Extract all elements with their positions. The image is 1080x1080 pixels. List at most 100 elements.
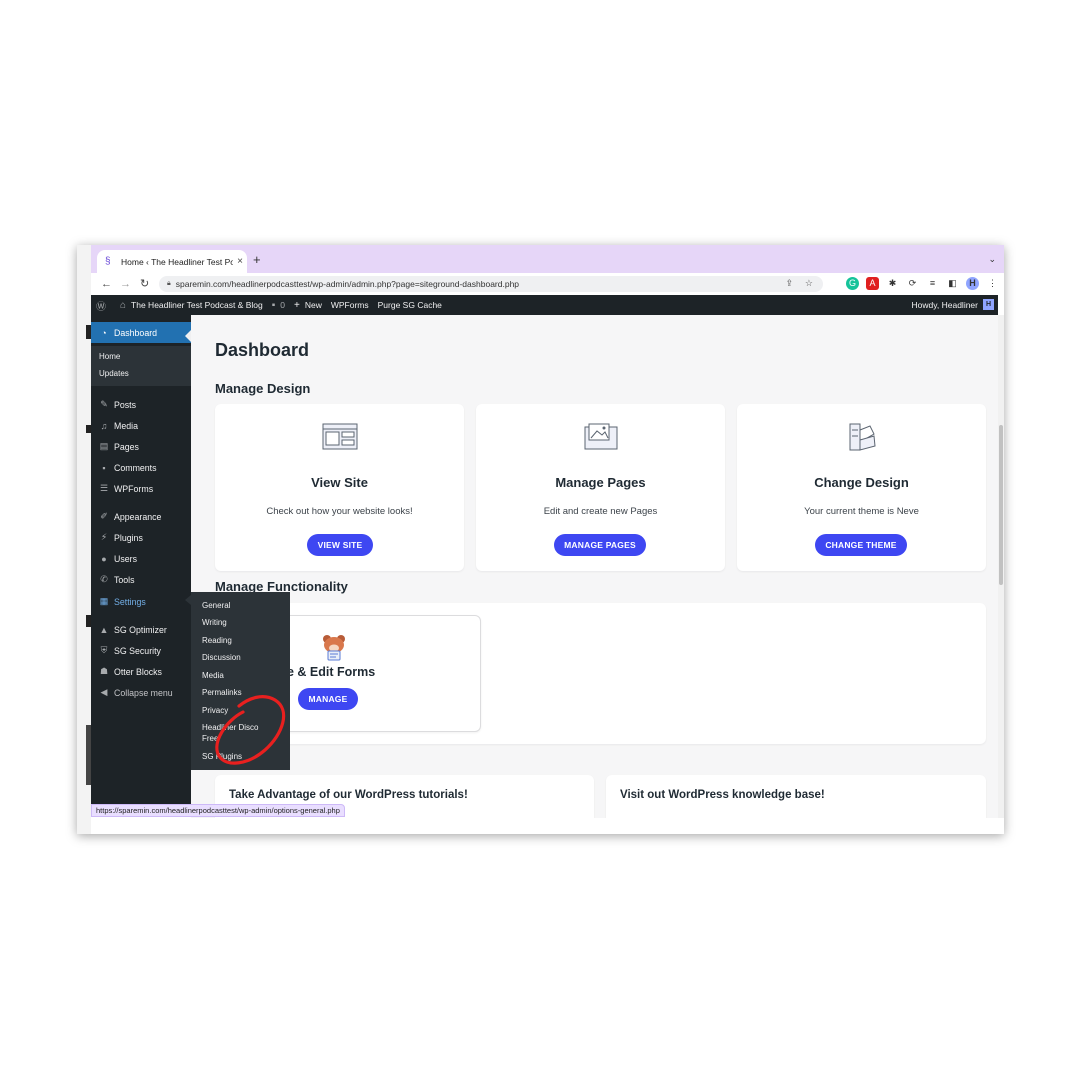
- card-title: Manage Pages: [555, 475, 646, 490]
- back-arrow-icon[interactable]: ←: [101, 277, 112, 291]
- color-palette-icon: [849, 423, 876, 451]
- dashboard-gauge-icon: ◔: [101, 327, 107, 338]
- pin-icon: ✎: [100, 399, 108, 409]
- sidebar-label: Posts: [114, 399, 137, 410]
- wordpress-logo-icon[interactable]: Ⓦ: [96, 298, 111, 313]
- share-icon[interactable]: ⇪: [785, 278, 793, 289]
- flyout-item-reading[interactable]: Reading: [202, 635, 282, 646]
- media-icon: ♫: [100, 420, 108, 431]
- more-menu-icon[interactable]: ⋮: [986, 277, 999, 290]
- knowledge-base-heading: Visit out WordPress knowledge base!: [620, 789, 825, 801]
- sidebar-item-comments[interactable]: ▪ Comments: [91, 457, 191, 478]
- wpforms-card-title: e & Edit Forms: [287, 665, 376, 679]
- sync-icon[interactable]: ⟳: [906, 277, 919, 290]
- admin-bar-account[interactable]: Howdy, Headliner H: [912, 299, 994, 310]
- acrobat-icon[interactable]: A: [866, 277, 879, 290]
- sidebar-item-plugins[interactable]: ⚡︎ Plugins: [91, 527, 191, 548]
- flyout-item-discussion[interactable]: Discussion: [202, 652, 282, 663]
- flyout-item-writing[interactable]: Writing: [202, 617, 282, 628]
- browser-tab[interactable]: § Home ‹ The Headliner Test Pod ×: [97, 250, 247, 273]
- tab-title: Home ‹ The Headliner Test Pod: [121, 256, 233, 267]
- sidebar-item-media[interactable]: ♫ Media: [91, 415, 191, 436]
- wp-admin-bar: Ⓦ ⌂ The Headliner Test Podcast & Blog ▪ 0 …: [91, 295, 998, 315]
- sidebar-label: Otter Blocks: [114, 666, 162, 677]
- sidebar-item-dashboard[interactable]: ◔ Dashboard: [91, 322, 191, 343]
- puzzle-extensions-icon[interactable]: ✱: [886, 277, 899, 290]
- admin-bar-site-link[interactable]: ⌂ The Headliner Test Podcast & Blog: [120, 300, 263, 311]
- card-description: Edit and create new Pages: [543, 506, 658, 517]
- profile-avatar-icon[interactable]: H: [966, 277, 979, 290]
- sidebar-item-posts[interactable]: ✎ Posts: [91, 394, 191, 415]
- admin-bar-purge-cache[interactable]: Purge SG Cache: [378, 300, 442, 310]
- settings-sliders-icon: ▦: [99, 596, 109, 606]
- new-label: New: [304, 300, 322, 310]
- sidebar-label: Users: [114, 553, 137, 564]
- admin-bar-comments[interactable]: ▪ 0: [272, 300, 285, 311]
- scrollbar-thumb[interactable]: [999, 425, 1003, 585]
- manage-pages-button[interactable]: MANAGE PAGES: [554, 534, 646, 556]
- page-title: Dashboard: [215, 340, 310, 360]
- reading-list-icon[interactable]: ≡: [926, 277, 939, 290]
- sidebar-label: SG Optimizer: [114, 624, 167, 635]
- sidebar-item-settings[interactable]: ▦ Settings: [91, 591, 191, 612]
- plug-icon: ⚡︎: [100, 532, 108, 542]
- siteground-favicon-icon: §: [105, 255, 111, 267]
- forward-arrow-icon[interactable]: →: [120, 277, 131, 291]
- browser-tab-bar: § Home ‹ The Headliner Test Pod × + ⌄: [91, 245, 1004, 273]
- submenu-updates[interactable]: Updates: [99, 369, 129, 378]
- browser-window-icon: [322, 423, 357, 450]
- tab-close-icon[interactable]: ×: [233, 256, 247, 267]
- screenshot-frame: § Home ‹ The Headliner Test Pod × + ⌄ ← …: [77, 245, 1004, 834]
- status-bar-url: https://sparemin.com/headlinerpodcasttes…: [91, 804, 345, 817]
- bookmark-star-icon[interactable]: ☆: [805, 278, 813, 289]
- admin-bar-wpforms[interactable]: WPForms: [331, 300, 369, 310]
- address-url: sparemin.com/headlinerpodcasttest/wp-adm…: [175, 279, 520, 289]
- card-description: Check out how your website looks!: [266, 506, 413, 517]
- comments-count: 0: [280, 300, 285, 310]
- pages-icon: ▤: [99, 441, 109, 451]
- side-panel-icon[interactable]: ◧: [946, 277, 959, 290]
- sidebar-label: Settings: [114, 596, 146, 607]
- flyout-item-media[interactable]: Media: [202, 670, 282, 681]
- sidebar-item-tools[interactable]: ✆ Tools: [91, 569, 191, 590]
- change-design-card: Change Design Your current theme is Neve…: [737, 404, 986, 571]
- paintbrush-icon: ✐: [100, 511, 108, 521]
- sidebar-item-users[interactable]: ● Users: [91, 548, 191, 569]
- card-description: Your current theme is Neve: [804, 506, 919, 517]
- change-theme-button[interactable]: CHANGE THEME: [815, 534, 907, 556]
- sidebar-collapse-menu[interactable]: ◀ Collapse menu: [91, 682, 191, 703]
- comment-bubble-icon: ▪: [271, 299, 276, 311]
- page-scrollbar[interactable]: [998, 315, 1004, 818]
- red-annotation-circle: [215, 695, 286, 765]
- sidebar-label: Comments: [114, 462, 157, 473]
- sidebar-label: WPForms: [114, 483, 154, 494]
- active-menu-indicator: [185, 330, 191, 342]
- manage-forms-button[interactable]: MANAGE: [298, 688, 358, 710]
- flyout-item-general[interactable]: General: [202, 600, 282, 611]
- view-site-button[interactable]: VIEW SITE: [307, 534, 373, 556]
- new-tab-button[interactable]: +: [253, 253, 261, 267]
- sidebar-item-wpforms[interactable]: ☰ WPForms: [91, 478, 191, 499]
- tab-search-chevron-icon[interactable]: ⌄: [988, 254, 996, 265]
- submenu-home[interactable]: Home: [99, 352, 120, 361]
- admin-bar-new[interactable]: + New: [294, 300, 322, 311]
- grammarly-icon[interactable]: G: [846, 277, 859, 290]
- sidebar-label: Dashboard: [114, 327, 158, 338]
- reload-icon[interactable]: ↻: [140, 277, 149, 291]
- card-title: View Site: [311, 475, 368, 490]
- user-avatar: H: [983, 299, 994, 310]
- dashboard-submenu: Home Updates: [91, 346, 191, 386]
- knowledge-base-card: Visit out WordPress knowledge base!: [606, 775, 986, 818]
- sidebar-item-sg-optimizer[interactable]: ▲ SG Optimizer: [91, 619, 191, 640]
- wrench-icon: ✆: [100, 574, 108, 584]
- sidebar-item-sg-security[interactable]: ⛨ SG Security: [91, 640, 191, 661]
- sidebar-item-pages[interactable]: ▤ Pages: [91, 436, 191, 457]
- background-window-strip: [77, 245, 91, 834]
- manage-pages-card: Manage Pages Edit and create new Pages M…: [476, 404, 725, 571]
- view-site-card: View Site Check out how your website loo…: [215, 404, 464, 571]
- sidebar-item-appearance[interactable]: ✐ Appearance: [91, 506, 191, 527]
- sidebar-item-otter-blocks[interactable]: ☗ Otter Blocks: [91, 661, 191, 682]
- wpforms-bear-icon: [323, 635, 345, 661]
- image-pages-icon: [584, 423, 617, 450]
- address-bar[interactable]: 🔒︎ sparemin.com/headlinerpodcasttest/wp-…: [159, 276, 823, 292]
